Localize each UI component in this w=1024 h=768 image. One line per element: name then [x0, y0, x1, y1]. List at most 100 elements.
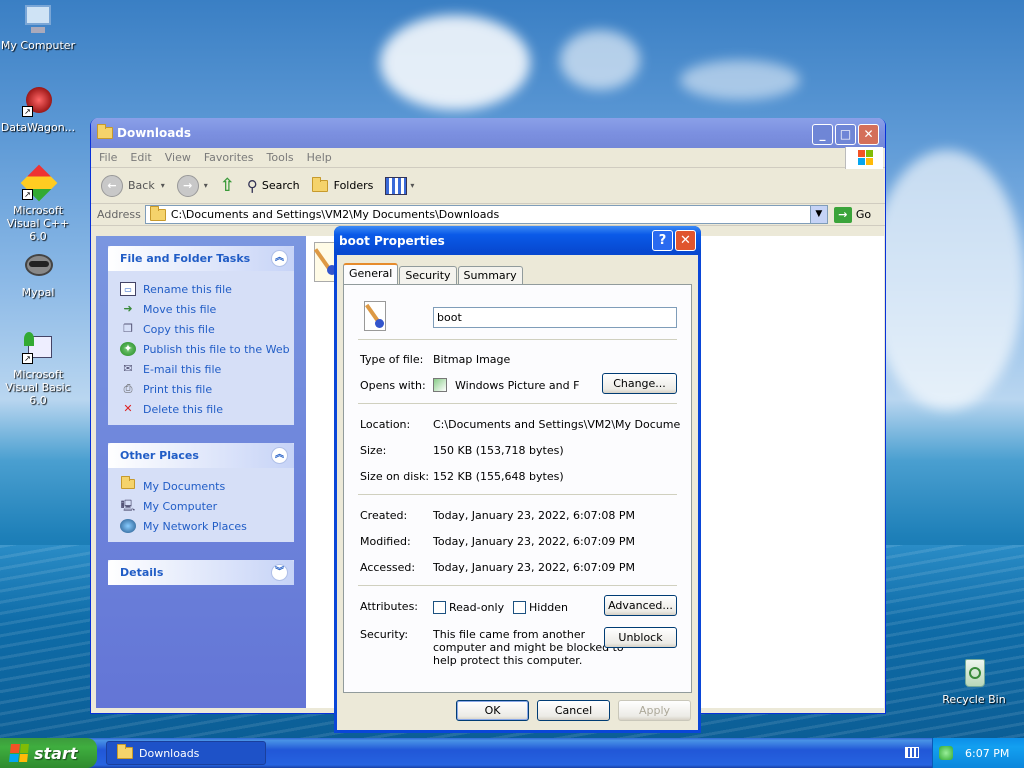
address-dropdown[interactable]: ▼ — [809, 206, 827, 223]
address-input[interactable]: C:\Documents and Settings\VM2\My Documen… — [144, 205, 828, 224]
folders-button[interactable]: Folders — [311, 176, 373, 192]
readonly-label[interactable]: Read-only — [449, 601, 504, 614]
properties-dialog[interactable]: boot Properties ? ✕ General Security Sum… — [334, 226, 701, 733]
search-button[interactable]: ⚲ Search — [247, 177, 300, 195]
go-button[interactable]: → Go — [833, 206, 871, 223]
tab-summary[interactable]: Summary — [457, 266, 523, 285]
ok-button[interactable]: OK — [456, 700, 529, 721]
size-on-disk-value: 152 KB (155,648 bytes) — [433, 470, 564, 483]
start-button[interactable]: start — [0, 738, 97, 768]
minimize-button[interactable]: _ — [812, 124, 833, 145]
task-email[interactable]: ✉ E-mail this file — [120, 359, 294, 379]
separator — [358, 339, 677, 340]
attributes-label: Attributes: — [360, 600, 419, 613]
other-places-header[interactable]: Other Places ︽ — [108, 443, 294, 468]
collapse-icon[interactable]: ︽ — [271, 250, 288, 267]
menu-favorites[interactable]: Favorites — [204, 151, 254, 164]
collapse-icon[interactable]: ︽ — [271, 447, 288, 464]
task-rename[interactable]: ▭ Rename this file — [120, 279, 294, 299]
help-button[interactable]: ? — [652, 230, 673, 251]
menu-edit[interactable]: Edit — [130, 151, 151, 164]
apply-button[interactable]: Apply — [618, 700, 691, 721]
dialog-close-button[interactable]: ✕ — [675, 230, 696, 251]
task-publish[interactable]: ✦ Publish this file to the Web — [120, 339, 294, 359]
security-text-line3: help protect this computer. — [433, 654, 583, 667]
file-name-input[interactable]: boot — [433, 307, 677, 328]
close-button[interactable]: ✕ — [858, 124, 879, 145]
taskbar-item-downloads[interactable]: Downloads — [106, 741, 266, 765]
menu-bar: File Edit View Favorites Tools Help — [91, 147, 885, 169]
place-my-documents[interactable]: My Documents — [120, 476, 294, 496]
menu-view[interactable]: View — [165, 151, 191, 164]
desktop-icon-visual-cpp[interactable]: ↗ Microsoft Visual C++ 6.0 — [0, 164, 78, 243]
file-tasks-panel: File and Folder Tasks ︽ ▭ Rename this fil… — [108, 246, 294, 425]
up-folder-button[interactable]: ⇧ — [220, 175, 235, 196]
task-print[interactable]: ⎙ Print this file — [120, 379, 294, 399]
place-my-computer[interactable]: 🖳 My Computer — [120, 496, 294, 516]
hidden-label[interactable]: Hidden — [529, 601, 568, 614]
clock[interactable]: 6:07 PM — [965, 747, 1009, 760]
folder-icon — [149, 205, 166, 221]
task-move[interactable]: ➜ Move this file — [120, 299, 294, 319]
computer-icon: 🖳 — [120, 499, 136, 512]
place-network[interactable]: My Network Places — [120, 516, 294, 536]
forward-arrow-icon: → — [176, 174, 199, 197]
folder-icon — [117, 744, 133, 759]
windows-logo-icon — [845, 147, 883, 169]
back-button[interactable]: ← Back ▾ — [101, 174, 165, 197]
delete-x-icon: ✕ — [123, 402, 133, 415]
file-tasks-header[interactable]: File and Folder Tasks ︽ — [108, 246, 294, 271]
advanced-button[interactable]: Advanced... — [604, 595, 677, 616]
maximize-button[interactable]: □ — [835, 124, 856, 145]
task-delete[interactable]: ✕ Delete this file — [120, 399, 294, 419]
readonly-checkbox[interactable] — [433, 601, 446, 614]
menu-file[interactable]: File — [99, 151, 117, 164]
explorer-titlebar[interactable]: Downloads _ □ ✕ — [91, 118, 885, 148]
menu-help[interactable]: Help — [307, 151, 332, 164]
details-header[interactable]: Details ︾ — [108, 560, 294, 585]
forward-button[interactable]: → ▾ — [176, 174, 208, 197]
tray-security-icon[interactable] — [939, 746, 953, 760]
address-bar: Address C:\Documents and Settings\VM2\My… — [91, 204, 885, 226]
desktop-icon-mypal[interactable]: Mypal — [0, 250, 78, 299]
security-label: Security: — [360, 628, 409, 641]
expand-icon[interactable]: ︾ — [271, 564, 288, 581]
unblock-button[interactable]: Unblock — [604, 627, 677, 648]
tab-general[interactable]: General — [343, 263, 399, 285]
created-label: Created: — [360, 509, 408, 522]
dialog-titlebar[interactable]: boot Properties ? ✕ — [334, 226, 701, 255]
tab-security[interactable]: Security — [399, 266, 457, 285]
size-on-disk-label: Size on disk: — [360, 470, 430, 483]
datawagon-icon: ↗ — [22, 85, 54, 117]
dialog-body: General Security Summary boot Type of fi… — [337, 255, 698, 730]
keyboard-icon[interactable] — [905, 747, 919, 758]
desktop-icon-visual-basic[interactable]: ↗ Microsoft Visual Basic 6.0 — [0, 332, 78, 407]
computer-icon — [22, 3, 54, 35]
desktop-icon-datawagon[interactable]: ↗ DataWagon... — [0, 85, 78, 134]
opens-with-value: Windows Picture and F — [455, 379, 580, 392]
taskbar: start Downloads 6:07 PM — [0, 738, 1024, 768]
visual-basic-icon: ↗ — [22, 332, 54, 364]
security-text-line2: computer and might be blocked to — [433, 641, 624, 654]
general-tab-page: boot Type of file: Bitmap Image Opens wi… — [343, 284, 692, 693]
change-button[interactable]: Change... — [602, 373, 677, 394]
size-value: 150 KB (153,718 bytes) — [433, 444, 564, 457]
desktop-icon-my-computer[interactable]: My Computer — [0, 3, 78, 52]
rename-icon: ▭ — [120, 282, 136, 296]
accessed-label: Accessed: — [360, 561, 416, 574]
location-value: C:\Documents and Settings\VM2\My Documen… — [433, 418, 681, 431]
views-icon — [385, 176, 408, 195]
cancel-button[interactable]: Cancel — [537, 700, 610, 721]
folder-icon — [120, 476, 136, 493]
picture-viewer-icon — [433, 378, 447, 392]
views-button[interactable]: ▾ — [385, 176, 414, 195]
task-copy[interactable]: ❐ Copy this file — [120, 319, 294, 339]
menu-tools[interactable]: Tools — [267, 151, 294, 164]
folders-icon — [311, 176, 328, 192]
network-icon — [120, 519, 136, 533]
email-icon: ✉ — [123, 362, 133, 375]
hidden-checkbox[interactable] — [513, 601, 526, 614]
recycle-bin-icon — [958, 657, 990, 689]
separator — [358, 585, 677, 586]
desktop-icon-recycle-bin[interactable]: Recycle Bin — [934, 657, 1014, 706]
